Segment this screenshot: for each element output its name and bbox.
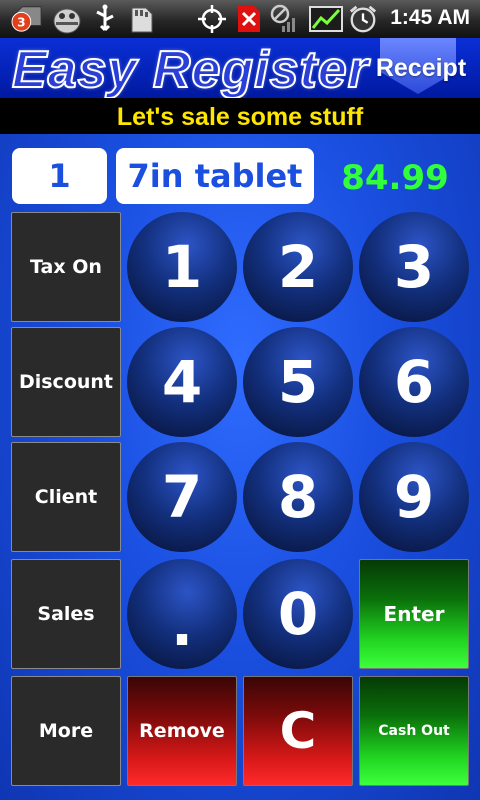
- status-time: 1:45 AM: [390, 6, 470, 29]
- clear-button[interactable]: C: [243, 676, 353, 786]
- cash-out-button[interactable]: Cash Out: [359, 676, 469, 786]
- remove-button[interactable]: Remove: [127, 676, 237, 786]
- app-header: Easy Register Receipt: [0, 38, 480, 100]
- key-5[interactable]: 5: [243, 327, 353, 437]
- key-2[interactable]: 2: [243, 212, 353, 322]
- item-name-field[interactable]: 7in tablet: [116, 148, 314, 204]
- android-bug-icon: [53, 8, 81, 34]
- status-bar: 3 1:45 AM: [0, 0, 480, 38]
- sync-chart-icon: [309, 6, 343, 32]
- key-0[interactable]: 0: [243, 559, 353, 669]
- key-8[interactable]: 8: [243, 442, 353, 552]
- alarm-clock-icon: [349, 5, 377, 33]
- app-title: Easy Register: [11, 40, 369, 100]
- tax-toggle-button[interactable]: Tax On: [11, 212, 121, 322]
- sales-button[interactable]: Sales: [11, 559, 121, 669]
- gps-crosshair-icon: [198, 5, 226, 33]
- receipt-button[interactable]: Receipt: [360, 38, 470, 98]
- price-display: 84.99: [341, 158, 449, 198]
- slogan-banner: Let's sale some stuff: [0, 98, 480, 134]
- key-decimal[interactable]: .: [127, 559, 237, 669]
- more-button[interactable]: More: [11, 676, 121, 786]
- sd-card-icon: [131, 7, 153, 33]
- usb-icon: [96, 4, 114, 32]
- enter-button[interactable]: Enter: [359, 559, 469, 669]
- key-4[interactable]: 4: [127, 327, 237, 437]
- key-7[interactable]: 7: [127, 442, 237, 552]
- key-3[interactable]: 3: [359, 212, 469, 322]
- receipt-label: Receipt: [375, 54, 467, 82]
- discount-button[interactable]: Discount: [11, 327, 121, 437]
- key-6[interactable]: 6: [359, 327, 469, 437]
- notification-badge-icon[interactable]: 3: [8, 3, 46, 33]
- client-button[interactable]: Client: [11, 442, 121, 552]
- key-9[interactable]: 9: [359, 442, 469, 552]
- notification-count: 3: [17, 15, 25, 29]
- no-signal-icon: [270, 4, 295, 32]
- no-sim-icon: [238, 6, 260, 32]
- key-1[interactable]: 1: [127, 212, 237, 322]
- quantity-field[interactable]: 1: [12, 148, 107, 204]
